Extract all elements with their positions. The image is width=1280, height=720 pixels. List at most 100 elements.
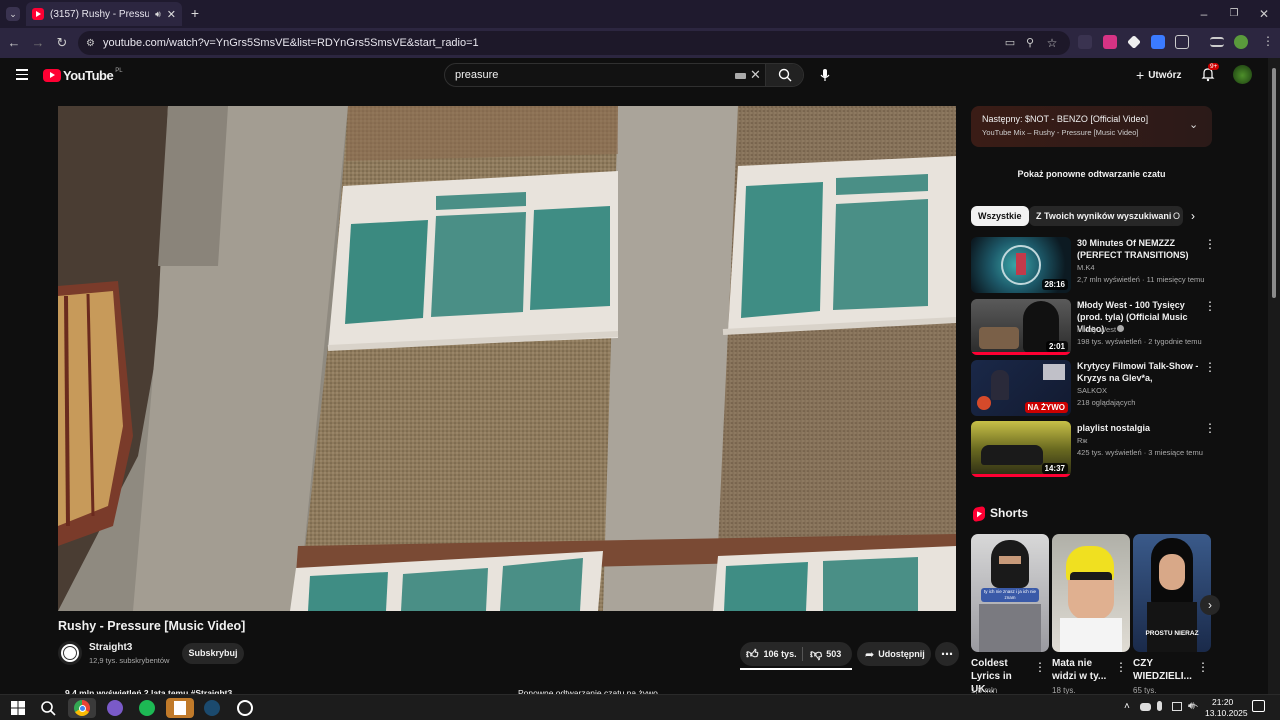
create-button[interactable]: + Utwórz <box>1136 66 1182 84</box>
share-button[interactable]: ➦ Udostępnij <box>857 642 931 666</box>
rec-channel[interactable]: M.K4 <box>1077 263 1095 272</box>
thumbs-up-icon: 👍︎ <box>746 646 759 661</box>
profile-avatar-icon[interactable] <box>1234 35 1248 49</box>
rec-thumbnail[interactable]: NA ŻYWO <box>971 360 1071 416</box>
chip-all[interactable]: Wszystkie <box>971 206 1029 226</box>
minimize-icon[interactable]: – <box>1196 6 1212 22</box>
site-info-icon[interactable]: ⚙ <box>86 38 95 49</box>
shorts-next-button[interactable]: › <box>1200 595 1220 615</box>
dislike-button[interactable]: 👎︎ 503 <box>810 645 841 663</box>
rec-title[interactable]: 30 Minutes Of NEMZZZ (PERFECT TRANSITION… <box>1077 237 1201 261</box>
tray-display-icon[interactable] <box>1172 702 1182 711</box>
show-chat-replay-button[interactable]: Pokaż ponowne odtwarzanie czatu <box>971 164 1212 184</box>
notification-badge: 9+ <box>1208 63 1220 70</box>
extensions-puzzle-icon[interactable] <box>1175 35 1189 49</box>
forward-icon[interactable]: → <box>30 35 46 51</box>
page-scrollbar[interactable] <box>1268 58 1280 694</box>
channel-avatar[interactable] <box>58 641 82 665</box>
more-actions-button[interactable]: ⋯ <box>935 642 959 666</box>
dislike-count: 503 <box>826 649 842 659</box>
hamburger-menu-icon[interactable] <box>16 69 28 80</box>
account-avatar[interactable] <box>1233 65 1252 84</box>
short-menu-icon[interactable]: ⋮ <box>1115 661 1127 673</box>
chip-from-search[interactable]: Z Twoich wyników wyszukiwania <box>1029 206 1184 226</box>
search-button[interactable] <box>765 64 803 86</box>
browser-menu-icon[interactable]: ⋮ <box>1262 34 1274 48</box>
speaker-icon[interactable]: 🔊︎ <box>155 9 161 20</box>
short-menu-icon[interactable]: ⋮ <box>1197 661 1209 673</box>
like-progress-bar <box>740 668 852 670</box>
back-icon[interactable]: ← <box>6 35 22 51</box>
extension-shield-icon[interactable] <box>1103 35 1117 49</box>
tray-gamepad-icon[interactable] <box>1140 703 1151 711</box>
browser-tab-bar: ⌄ (3157) Rushy - Pressure [Mu 🔊︎ ✕ + – ❐… <box>0 0 1280 28</box>
tray-mic-icon[interactable] <box>1157 701 1162 711</box>
search-box[interactable]: preasure ✕ <box>444 63 804 87</box>
close-tab-icon[interactable]: ✕ <box>167 8 176 21</box>
rec-menu-icon[interactable]: ⋮ <box>1204 238 1216 250</box>
chrome-taskbar-icon[interactable] <box>68 698 96 718</box>
rec-menu-icon[interactable]: ⋮ <box>1204 300 1216 312</box>
url-text: youtube.com/watch?v=YnGrs5SmsVE&list=RDY… <box>102 37 479 49</box>
like-button[interactable]: 👍︎ 106 tys. <box>746 645 797 663</box>
tab-title: (3157) Rushy - Pressure [Mu <box>50 8 150 20</box>
rec-channel[interactable]: Rж <box>1077 436 1087 445</box>
close-window-icon[interactable]: ✕ <box>1256 6 1272 22</box>
short-menu-icon[interactable]: ⋮ <box>1034 661 1046 673</box>
taskbar-date[interactable]: 13.10.2025 <box>1205 708 1248 718</box>
restore-icon[interactable]: ❐ <box>1226 6 1242 22</box>
rec-title[interactable]: Krytycy Filmowi Talk-Show - Kryzys na Gl… <box>1077 360 1201 384</box>
chip-other[interactable]: O <box>1171 206 1181 226</box>
subscribe-button[interactable]: Subskrybuj <box>182 643 244 664</box>
reload-icon[interactable]: ↻ <box>54 35 70 51</box>
extension-glasses-icon[interactable] <box>1078 35 1092 49</box>
rec-menu-icon[interactable]: ⋮ <box>1204 422 1216 434</box>
rec-channel[interactable]: Młody West <box>1077 325 1116 334</box>
rec-thumbnail[interactable]: 14:37 <box>971 421 1071 477</box>
rec-thumbnail[interactable]: 2:01 <box>971 299 1071 355</box>
chips-next-icon[interactable]: › <box>1191 209 1195 223</box>
clear-search-icon[interactable]: ✕ <box>750 67 761 83</box>
rec-title[interactable]: playlist nostalgia <box>1077 422 1201 434</box>
youtube-logo[interactable]: YouTube PL <box>43 68 123 83</box>
channel-name[interactable]: Straight3 <box>89 642 132 653</box>
tab-search-icon[interactable]: ⌄ <box>6 7 20 21</box>
zoom-icon[interactable]: ⚲ <box>1022 35 1038 51</box>
rec-meta: 218 oglądających <box>1077 398 1136 407</box>
up-next-panel[interactable]: Następny: $NOT - BENZO [Official Video] … <box>971 106 1212 147</box>
taskbar-search-icon[interactable] <box>38 698 58 718</box>
short-title[interactable]: Mata nie widzi w ty... <box>1052 657 1116 683</box>
address-bar[interactable]: ⚙ youtube.com/watch?v=YnGrs5SmsVE&list=R… <box>78 31 1070 55</box>
video-player[interactable] <box>58 106 956 611</box>
bookmark-star-icon[interactable]: ☆ <box>1044 35 1060 51</box>
notification-center-icon[interactable] <box>1252 700 1265 712</box>
windows-taskbar: ˄ ⌒ 🔊︎ 21:20 13.10.2025 <box>0 694 1280 720</box>
steam-taskbar-icon[interactable] <box>202 698 222 718</box>
new-tab-icon[interactable]: + <box>188 5 202 21</box>
rec-channel[interactable]: SALKOX <box>1077 386 1107 395</box>
browser-tab[interactable]: (3157) Rushy - Pressure [Mu 🔊︎ ✕ <box>26 2 182 26</box>
tray-volume-icon[interactable]: 🔊︎ <box>1188 700 1195 713</box>
windows-start-icon[interactable] <box>8 698 28 718</box>
search-input[interactable]: preasure <box>455 69 498 81</box>
extension-wave-icon[interactable] <box>1151 35 1165 49</box>
up-next-mix: YouTube Mix – Rushy - Pressure [Music Vi… <box>982 128 1139 137</box>
voice-search-icon[interactable] <box>815 65 835 85</box>
short-thumbnail[interactable] <box>1052 534 1130 652</box>
taskbar-time[interactable]: 21:20 <box>1212 697 1233 707</box>
rec-thumbnail[interactable]: 28:16 <box>971 237 1071 293</box>
short-title[interactable]: CZY WIEDZIELI... <box>1133 657 1197 683</box>
notes-taskbar-icon[interactable] <box>166 698 194 718</box>
notifications-bell-icon[interactable]: 9+ <box>1200 63 1220 82</box>
rec-menu-icon[interactable]: ⋮ <box>1204 361 1216 373</box>
app-taskbar-icon[interactable] <box>105 698 125 718</box>
expand-chevron-icon[interactable]: ⌄ <box>1189 118 1198 131</box>
spotify-taskbar-icon[interactable] <box>137 698 157 718</box>
tray-chevron-icon[interactable]: ˄ <box>1124 701 1130 712</box>
short-thumbnail[interactable]: ty ich nie znasz i ja ich nie znam <box>971 534 1049 652</box>
app2-taskbar-icon[interactable] <box>235 698 255 718</box>
cast-icon[interactable]: ▭ <box>1002 35 1018 51</box>
short-thumbnail[interactable]: PROSTU NIERAZ <box>1133 534 1211 652</box>
keyboard-icon[interactable] <box>735 73 746 79</box>
reading-list-icon[interactable] <box>1210 37 1224 47</box>
